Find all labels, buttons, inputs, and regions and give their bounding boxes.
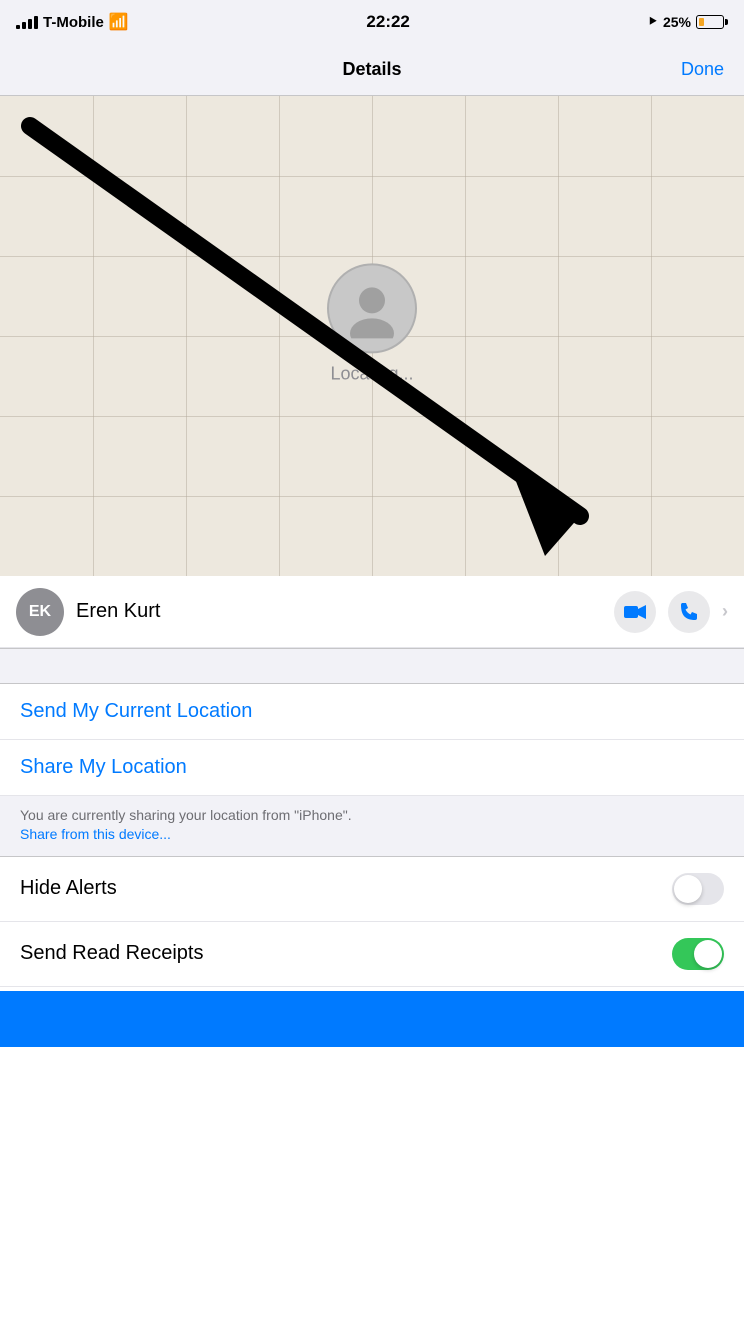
bottom-action-bar[interactable] [0, 991, 744, 1047]
locating-text: Locating... [330, 363, 413, 384]
status-time: 22:22 [366, 12, 409, 32]
map-area: Locating... [0, 96, 744, 576]
status-bar: T-Mobile 📶 22:22 ⯈ 25% [0, 0, 744, 44]
share-location-label: Share My Location [20, 756, 187, 779]
done-button[interactable]: Done [681, 59, 724, 80]
contact-initials: EK [29, 603, 51, 621]
location-info-text: You are currently sharing your location … [20, 807, 352, 823]
status-right: ⯈ 25% [648, 14, 728, 30]
location-icon: ⯈ [648, 14, 658, 30]
contact-actions: › [614, 591, 728, 633]
map-center: Locating... [327, 263, 417, 384]
video-call-button[interactable] [614, 591, 656, 633]
contact-name: Eren Kurt [76, 600, 602, 623]
signal-bars [16, 16, 38, 29]
share-location-item[interactable]: Share My Location [0, 740, 744, 796]
battery-icon [696, 15, 728, 29]
hide-alerts-item: Hide Alerts [0, 857, 744, 922]
status-left: T-Mobile 📶 [16, 12, 129, 32]
hide-alerts-knob [674, 875, 702, 903]
contact-avatar: EK [16, 588, 64, 636]
nav-bar: Details Done [0, 44, 744, 96]
wifi-icon: 📶 [109, 12, 129, 32]
contact-row[interactable]: EK Eren Kurt › [0, 576, 744, 648]
page-title: Details [342, 59, 401, 80]
carrier-name: T-Mobile [43, 14, 104, 31]
send-current-location-item[interactable]: Send My Current Location [0, 684, 744, 740]
locating-avatar [327, 263, 417, 353]
share-from-device-link[interactable]: Share from this device... [20, 826, 171, 842]
phone-call-button[interactable] [668, 591, 710, 633]
battery-percent: 25% [663, 14, 691, 30]
location-info-section: You are currently sharing your location … [0, 796, 744, 857]
send-current-location-label: Send My Current Location [20, 700, 252, 723]
hide-alerts-label: Hide Alerts [20, 877, 117, 900]
send-read-receipts-knob [694, 940, 722, 968]
hide-alerts-toggle[interactable] [672, 873, 724, 905]
section-separator-1 [0, 648, 744, 684]
send-read-receipts-label: Send Read Receipts [20, 942, 203, 965]
send-read-receipts-toggle[interactable] [672, 938, 724, 970]
send-read-receipts-item: Send Read Receipts [0, 922, 744, 987]
chevron-right-icon: › [722, 601, 728, 622]
